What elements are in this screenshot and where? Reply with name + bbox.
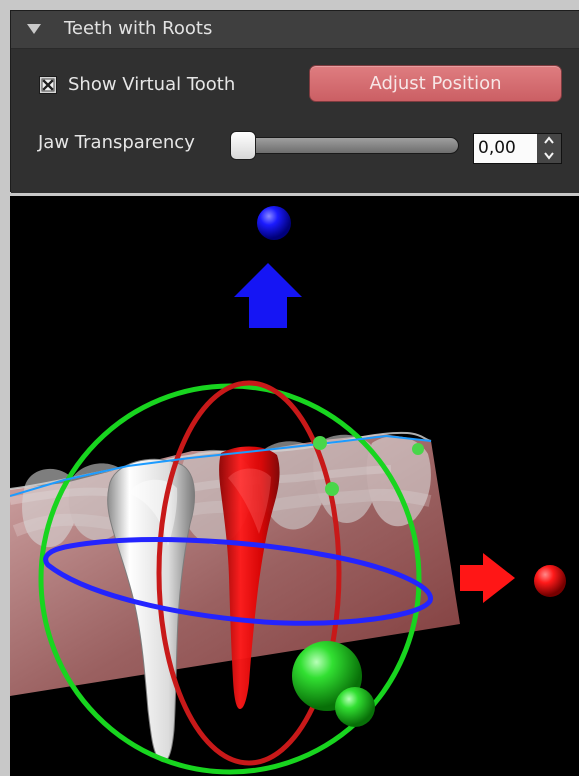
chevron-down-icon[interactable] [543, 149, 555, 161]
panel-header[interactable]: Teeth with Roots [11, 11, 579, 49]
jaw-transparency-label: Jaw Transparency [38, 132, 195, 153]
panel-title: Teeth with Roots [64, 18, 213, 39]
jaw-transparency-value[interactable]: 0,00 [478, 138, 516, 159]
rotation-point-handle[interactable] [313, 436, 327, 450]
app-window: Teeth with Roots Show Virtual Tooth Adju… [0, 0, 579, 776]
x-mark-icon [41, 78, 55, 92]
jaw-transparency-slider-knob[interactable] [230, 131, 256, 160]
green-rotation-handle-secondary[interactable] [335, 687, 375, 727]
dental-3d-scene [10, 206, 566, 775]
red-axis-handle[interactable] [534, 565, 566, 597]
rotation-point-handle[interactable] [325, 482, 339, 496]
teeth-with-roots-panel: Teeth with Roots Show Virtual Tooth Adju… [10, 10, 579, 193]
blue-axis-arrow[interactable] [234, 263, 302, 328]
adjust-position-button[interactable]: Adjust Position [309, 65, 562, 102]
panel-content: Show Virtual Tooth Adjust Position Jaw T… [11, 49, 579, 193]
triangle-down-icon[interactable] [27, 24, 41, 34]
spin-buttons [537, 134, 561, 163]
jaw-transparency-slider-track[interactable] [231, 137, 459, 154]
chevron-up-icon[interactable] [543, 135, 555, 147]
show-virtual-tooth-label: Show Virtual Tooth [68, 74, 236, 95]
rotation-point-handle[interactable] [412, 443, 424, 455]
jaw-transparency-spinbox[interactable]: 0,00 [473, 133, 562, 164]
red-axis-arrow[interactable] [460, 553, 515, 603]
dental-3d-viewport[interactable] [10, 196, 579, 776]
blue-axis-handle[interactable] [257, 206, 291, 240]
show-virtual-tooth-checkbox[interactable] [39, 76, 57, 94]
